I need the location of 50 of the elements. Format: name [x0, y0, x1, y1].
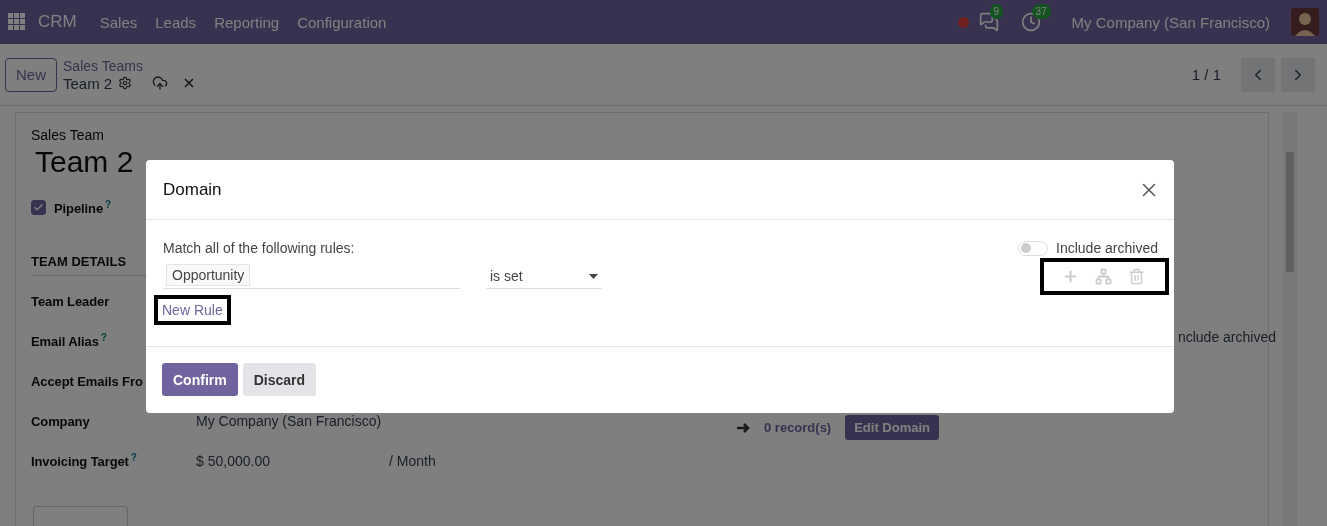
toggle-label: Include archived — [1056, 240, 1158, 256]
menu-item[interactable]: Configuration — [288, 13, 396, 31]
form-overline: Sales Team — [31, 126, 105, 143]
avatar-icon[interactable] — [1291, 8, 1319, 37]
previous-button[interactable] — [1241, 57, 1275, 92]
new-button[interactable]: New — [5, 57, 57, 92]
breadcrumb-link[interactable]: Sales Teams — [63, 57, 197, 74]
field-value: $ 50,000.00 — [196, 453, 271, 469]
pipeline-checkbox[interactable] — [31, 199, 46, 215]
next-button[interactable] — [1281, 57, 1315, 92]
field-value: My Company (San Francisco) — [196, 413, 383, 429]
settings-icon[interactable] — [118, 76, 133, 91]
record-count: 0 record(s) — [764, 420, 832, 435]
include-archived-label: nclude archived — [1177, 329, 1276, 345]
trash-icon[interactable] — [1128, 268, 1145, 285]
company-name[interactable]: My Company (San Francisco) — [1062, 13, 1279, 31]
menu-item[interactable]: Leads — [146, 13, 206, 31]
apps-menu-icon[interactable] — [8, 13, 26, 32]
dialog-title: Domain — [163, 179, 222, 200]
field-label: Email Alias$^{?}$ — [31, 332, 107, 350]
field-label: Company — [31, 413, 90, 429]
check-icon — [33, 201, 44, 213]
status-dot-icon — [957, 16, 969, 28]
activity-count: 37 — [1031, 4, 1051, 20]
cloud-upload-icon[interactable] — [152, 75, 169, 92]
field-path-input[interactable]: Opportunity — [163, 264, 460, 289]
field-suffix: / Month — [389, 453, 436, 469]
discard-button[interactable]: Discard — [242, 363, 317, 396]
menu-item[interactable]: Sales — [90, 13, 147, 31]
hierarchy-icon[interactable] — [1095, 268, 1112, 285]
plus-icon[interactable] — [1062, 268, 1079, 285]
record-name: Team 2 — [63, 74, 113, 92]
field-label: Invoicing Target$^{?}$ — [31, 452, 137, 470]
edit-domain-button[interactable]: Edit Domain — [845, 415, 940, 440]
menu-item[interactable]: Reporting — [205, 13, 289, 31]
operator-select[interactable]: is set — [486, 264, 602, 289]
match-rules-text: Match all of the following rules: — [163, 240, 355, 256]
chat-count: 9 — [989, 4, 1004, 20]
app-name[interactable]: CRM — [26, 12, 91, 33]
caret-icon — [589, 273, 598, 279]
pager-text: 1 / 1 — [1191, 66, 1221, 84]
scrollbar[interactable] — [1283, 111, 1297, 526]
field-label: Team Leader — [31, 293, 110, 309]
new-rule-link[interactable]: New Rule — [162, 302, 223, 318]
confirm-button[interactable]: Confirm — [162, 363, 238, 396]
right-arrow-icon — [736, 421, 750, 434]
include-archived-toggle[interactable] — [1018, 240, 1049, 256]
field-label: Accept Emails Fro — [31, 373, 143, 389]
record-title: Team 2 — [35, 144, 135, 179]
field-label: Pipeline$^{?}$ — [54, 198, 112, 216]
